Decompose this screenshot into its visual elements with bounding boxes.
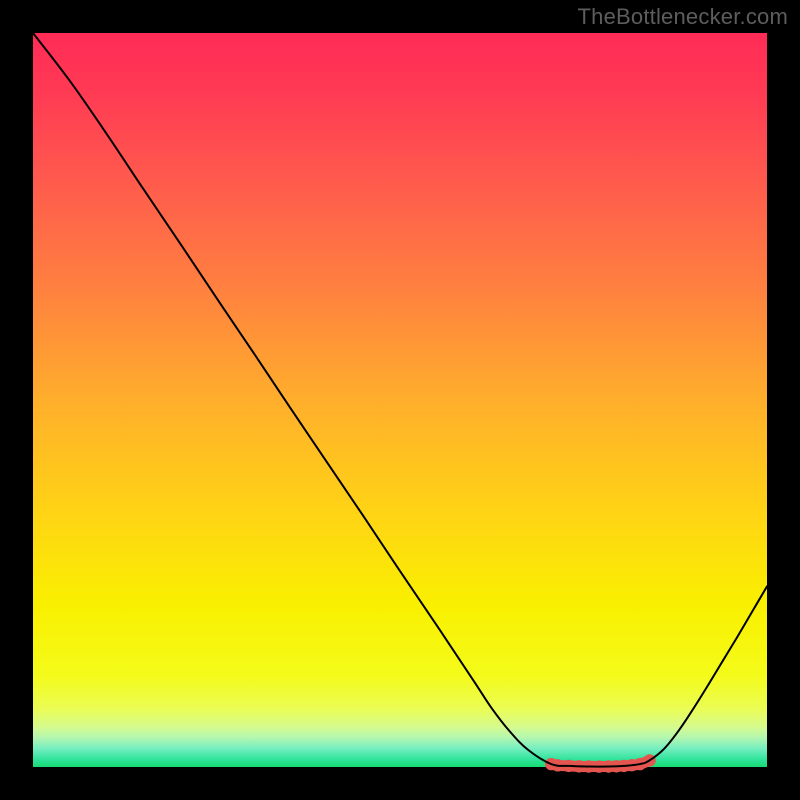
- plot-background: [33, 33, 767, 767]
- chart-plot: [0, 0, 800, 800]
- watermark-label: TheBottlenecker.com: [578, 4, 788, 30]
- chart-frame: TheBottlenecker.com: [0, 0, 800, 800]
